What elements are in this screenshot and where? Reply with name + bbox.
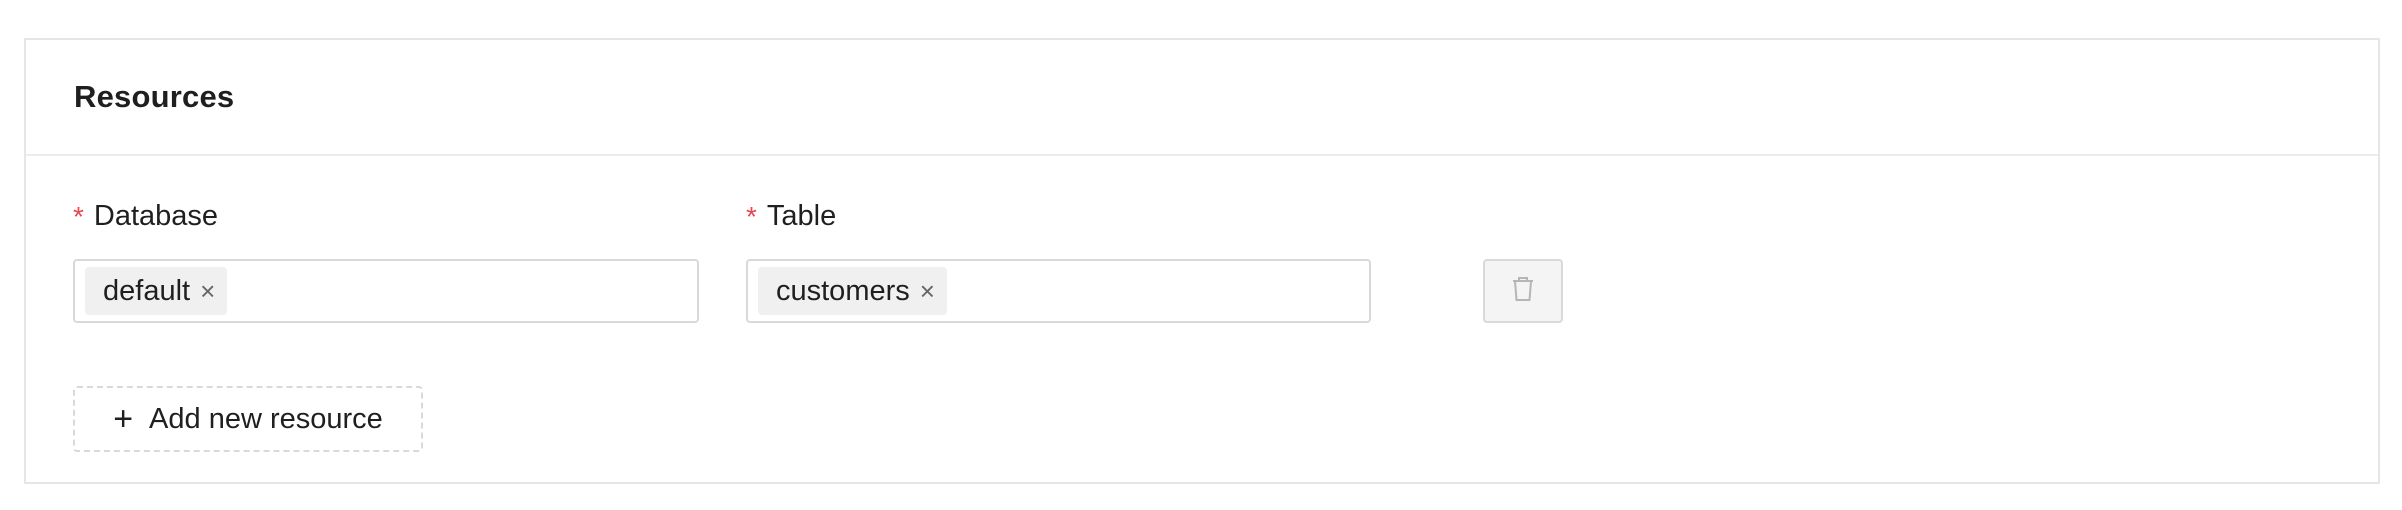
database-select[interactable]: default × bbox=[73, 259, 699, 323]
card-title: Resources bbox=[74, 79, 235, 114]
table-label: * Table bbox=[746, 200, 836, 233]
close-icon[interactable]: × bbox=[920, 278, 935, 304]
delete-resource-button[interactable] bbox=[1483, 259, 1563, 323]
required-marker: * bbox=[73, 200, 84, 232]
table-tag: customers × bbox=[758, 267, 947, 315]
trash-icon bbox=[1510, 275, 1536, 308]
table-select[interactable]: customers × bbox=[746, 259, 1371, 323]
close-icon[interactable]: × bbox=[200, 278, 215, 304]
table-label-text: Table bbox=[766, 200, 837, 232]
table-tag-label: customers bbox=[776, 274, 910, 307]
card-header: Resources bbox=[26, 40, 2378, 156]
database-label: * Database bbox=[73, 200, 218, 233]
required-marker: * bbox=[746, 200, 757, 232]
database-label-text: Database bbox=[93, 200, 219, 232]
plus-icon: + bbox=[113, 400, 134, 438]
database-tag-label: default bbox=[103, 274, 191, 307]
add-new-resource-button[interactable]: + Add new resource bbox=[73, 386, 423, 452]
database-tag: default × bbox=[85, 267, 228, 315]
add-new-resource-label: Add new resource bbox=[149, 402, 383, 435]
